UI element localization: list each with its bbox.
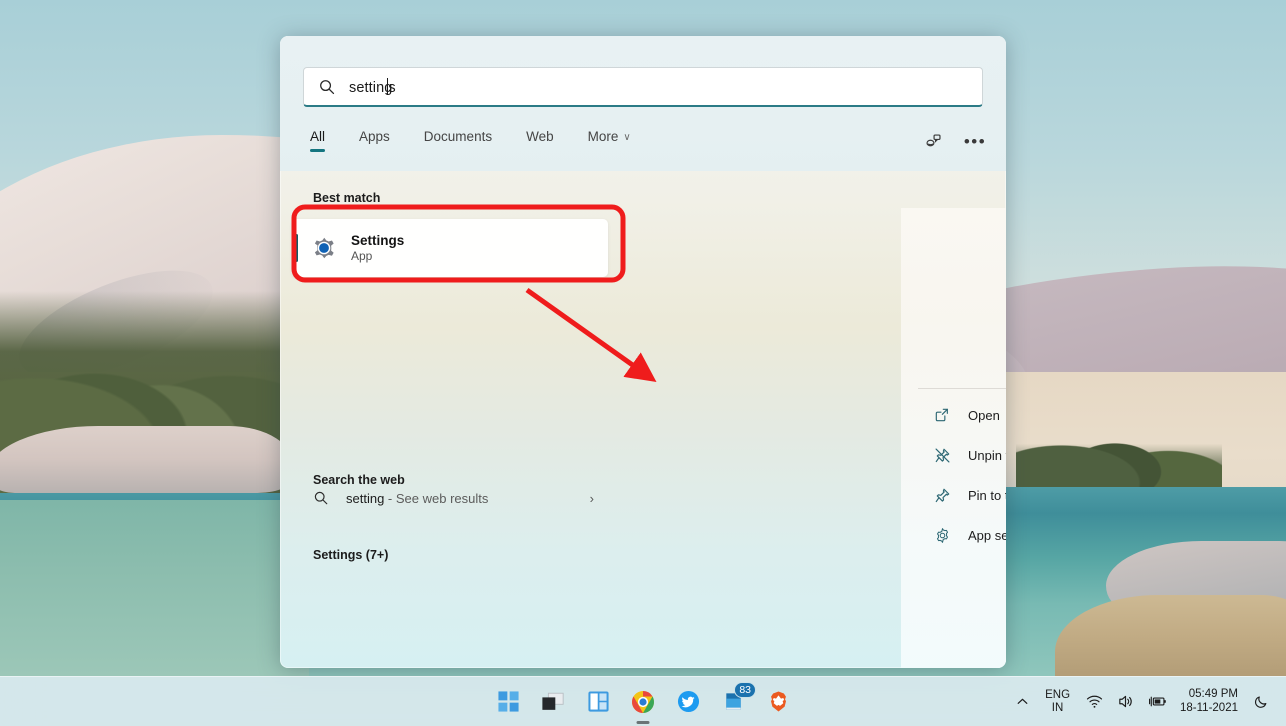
result-item-text: Settings App (351, 232, 404, 265)
search-query-tail: s (388, 79, 396, 96)
unpin-icon (933, 446, 951, 464)
search-icon (314, 491, 328, 505)
widgets-button[interactable] (585, 689, 611, 715)
tab-more[interactable]: More ∨ (582, 125, 637, 152)
best-match-heading: Best match (313, 191, 381, 205)
taskbar: 83 ENG IN 05:49 PM 18-11-2021 (0, 676, 1286, 726)
tab-all-label: All (310, 129, 326, 144)
search-header-actions: ••• (920, 128, 988, 154)
battery-button[interactable] (1141, 682, 1174, 722)
mail-button[interactable]: 83 (720, 681, 756, 715)
chevron-down-icon: ∨ (623, 132, 631, 143)
volume-button[interactable] (1110, 682, 1141, 722)
clock-date: 18-11-2021 (1180, 701, 1238, 714)
preview-app-subtitle: App (901, 355, 1006, 369)
pin-icon (933, 486, 951, 504)
preview-app-title: Settings (901, 323, 1006, 345)
start-button[interactable] (495, 689, 521, 715)
chrome-button[interactable] (630, 689, 656, 715)
task-view-icon (542, 692, 564, 710)
feedback-icon (925, 133, 941, 146)
tab-apps[interactable]: Apps (353, 125, 396, 152)
battery-charging-icon (1149, 696, 1166, 707)
chevron-right-icon: › (589, 490, 594, 506)
notification-center-button[interactable] (1247, 682, 1276, 722)
tab-more-label: More (587, 129, 619, 144)
preview-icon-wrap (901, 238, 1006, 312)
tab-apps-label: Apps (359, 129, 390, 144)
search-filter-tabs: All Apps Documents Web More ∨ (304, 125, 637, 152)
clock-button[interactable]: 05:49 PM 18-11-2021 (1174, 688, 1247, 715)
tab-web[interactable]: Web (520, 125, 560, 152)
web-search-suffix: - See web results (384, 490, 489, 506)
action-unpin-from-start[interactable]: Unpin from Start (918, 440, 1006, 470)
wifi-button[interactable] (1079, 682, 1110, 722)
feedback-button[interactable] (920, 128, 946, 154)
action-spacer (918, 430, 1006, 440)
settings-gear-icon (314, 237, 334, 259)
action-spacer (918, 510, 1006, 520)
chevron-up-icon (1017, 698, 1028, 704)
preview-divider (918, 388, 1006, 389)
twitter-button[interactable] (675, 689, 701, 715)
language-line-2: IN (1051, 701, 1064, 714)
tab-web-label: Web (526, 129, 554, 144)
moon-icon (1254, 696, 1267, 708)
clock-time: 05:49 PM (1188, 688, 1238, 701)
search-input-value: settings (349, 77, 396, 96)
action-pin-to-taskbar[interactable]: Pin to taskbar (918, 480, 1006, 510)
wifi-icon (1086, 695, 1103, 708)
system-tray: ENG IN 05:49 PM 18-11-2021 (1009, 677, 1276, 726)
open-external-icon (933, 406, 951, 424)
result-item-web-search[interactable]: setting - See web results › (292, 479, 608, 517)
tray-overflow-button[interactable] (1009, 682, 1036, 722)
task-view-button[interactable] (540, 689, 566, 715)
app-preview-panel: Settings App Open (901, 208, 1006, 668)
app-actions-list: Open Unpin from Start (918, 400, 1006, 550)
result-item-settings[interactable]: Settings App (292, 219, 608, 277)
action-app-settings-label: App settings (968, 527, 1006, 543)
search-query-head: setting (349, 79, 393, 96)
twitter-icon (677, 690, 699, 713)
chrome-icon (632, 690, 654, 713)
gear-icon (933, 526, 951, 544)
language-indicator[interactable]: ENG IN (1036, 689, 1079, 715)
tab-documents-label: Documents (423, 129, 493, 144)
wallpaper-rocks-left (0, 425, 296, 494)
wallpaper-lake-left (0, 500, 309, 676)
search-flyout-window: settings All Apps Documents Web More ∨ ••… (280, 36, 1006, 668)
web-search-query: setting (346, 490, 385, 506)
result-item-subtitle: App (351, 248, 373, 263)
language-line-1: ENG (1045, 688, 1071, 701)
action-open-label: Open (968, 407, 1000, 423)
action-spacer (918, 470, 1006, 480)
windows-logo-icon (497, 691, 519, 712)
volume-icon (1119, 695, 1132, 708)
action-app-settings[interactable]: App settings (918, 520, 1006, 550)
brave-icon (770, 691, 786, 712)
widgets-icon (587, 691, 609, 712)
tab-all[interactable]: All (304, 125, 331, 152)
web-search-label: setting - See web results (346, 491, 488, 506)
tab-documents[interactable]: Documents (418, 125, 498, 152)
selection-indicator (295, 234, 298, 262)
search-input[interactable]: settings (303, 67, 983, 107)
settings-count-heading: Settings (7+) (313, 548, 389, 562)
more-options-button[interactable]: ••• (962, 128, 988, 154)
more-options-icon: ••• (963, 131, 987, 151)
brave-button[interactable] (765, 689, 791, 715)
result-item-title: Settings (351, 232, 405, 248)
search-icon (320, 79, 335, 94)
action-open[interactable]: Open (918, 400, 1006, 430)
search-results-list: Best match Settings App Search the web s… (280, 171, 620, 668)
action-pin-label: Pin to taskbar (968, 487, 1006, 503)
mail-badge: 83 (734, 681, 756, 698)
action-unpin-label: Unpin from Start (968, 447, 1006, 463)
